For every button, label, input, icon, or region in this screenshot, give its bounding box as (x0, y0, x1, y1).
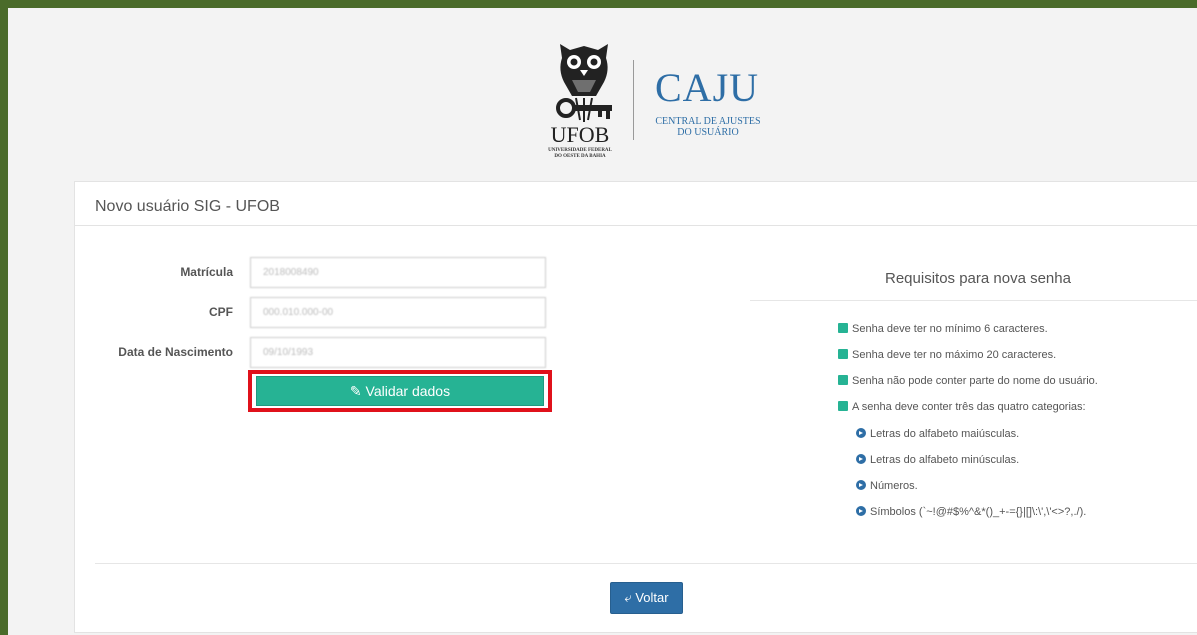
arrow-circle-right-icon (856, 506, 866, 516)
ufob-subtitle-line2: DO OESTE DA BAHIA (554, 154, 606, 159)
category-item: Números. (856, 480, 918, 492)
matricula-row: Matrícula 2018008490 (75, 257, 555, 288)
requirement-text: Senha não pode conter parte do nome do u… (852, 375, 1098, 387)
category-text: Números. (870, 480, 918, 492)
cpf-label: CPF (209, 305, 233, 319)
category-text: Letras do alfabeto maiúsculas. (870, 428, 1020, 440)
owl-key-icon (556, 44, 612, 122)
panel-title: Novo usuário SIG - UFOB (95, 198, 280, 215)
page-frame: UFOB UNIVERSIDADE FEDERAL DO OESTE DA BA… (8, 8, 1197, 635)
edit-icon: ✎ (349, 383, 362, 399)
arrow-circle-right-icon (856, 480, 866, 490)
caju-logo-subtitle: CENTRAL DE AJUSTES DO USUÁRIO (648, 116, 768, 138)
green-square-icon (838, 349, 848, 359)
requirement-item: A senha deve conter três das quatro cate… (838, 401, 1086, 413)
validate-button[interactable]: ✎ Validar dados (256, 376, 544, 406)
arrow-circle-right-icon (856, 454, 866, 464)
caju-subtitle-line1: CENTRAL DE AJUSTES (655, 116, 761, 127)
matricula-input[interactable]: 2018008490 (250, 257, 546, 288)
validate-button-label: Validar dados (365, 383, 451, 399)
ufob-logo-subtitle: UNIVERSIDADE FEDERAL DO OESTE DA BAHIA (540, 148, 620, 160)
category-item: Letras do alfabeto minúsculas. (856, 454, 1019, 466)
logo-divider (633, 60, 634, 140)
back-button-label: Voltar (635, 590, 669, 605)
caju-logo-text: CAJU (655, 65, 760, 110)
category-text: Letras do alfabeto minúsculas. (870, 454, 1020, 466)
green-square-icon (838, 375, 848, 385)
ufob-logo-text: UFOB (550, 122, 610, 147)
requirement-text: Senha deve ter no mínimo 6 caracteres. (852, 323, 1048, 335)
cpf-input[interactable]: 000.010.000-00 (250, 297, 546, 328)
reply-arrow-icon: ⤶ (624, 590, 632, 605)
caju-subtitle-line2: DO USUÁRIO (677, 127, 739, 138)
nascimento-row: Data de Nascimento 09/10/1993 (75, 337, 555, 368)
new-user-panel: Novo usuário SIG - UFOB Matrícula 201800… (74, 181, 1197, 633)
nascimento-input[interactable]: 09/10/1993 (250, 337, 546, 368)
nascimento-label: Data de Nascimento (118, 345, 233, 359)
requirement-text: Senha deve ter no máximo 20 caracteres. (852, 349, 1057, 361)
requirement-item: Senha não pode conter parte do nome do u… (838, 375, 1098, 387)
requirement-item: Senha deve ter no mínimo 6 caracteres. (838, 323, 1048, 335)
logo: UFOB UNIVERSIDADE FEDERAL DO OESTE DA BA… (540, 30, 780, 170)
requirement-text: A senha deve conter três das quatro cate… (852, 401, 1086, 413)
category-item: Símbolos (`~!@#$%^&*()_+-={}|[]\:\',\'<>… (856, 506, 1086, 518)
requirements-title: Requisitos para nova senha (885, 270, 1071, 287)
requirements-divider (750, 300, 1197, 301)
category-text: Símbolos (`~!@#$%^&*()_+-={}|[]\:\',\'<>… (870, 506, 1087, 518)
requirement-item: Senha deve ter no máximo 20 caracteres. (838, 349, 1056, 361)
footer-divider (95, 563, 1197, 564)
green-square-icon (838, 401, 848, 411)
matricula-label: Matrícula (180, 265, 233, 279)
green-square-icon (838, 323, 848, 333)
category-item: Letras do alfabeto maiúsculas. (856, 428, 1019, 440)
back-button[interactable]: ⤶ Voltar (610, 582, 683, 614)
arrow-circle-right-icon (856, 428, 866, 438)
cpf-row: CPF 000.010.000-00 (75, 297, 555, 328)
panel-title-divider (75, 225, 1197, 226)
